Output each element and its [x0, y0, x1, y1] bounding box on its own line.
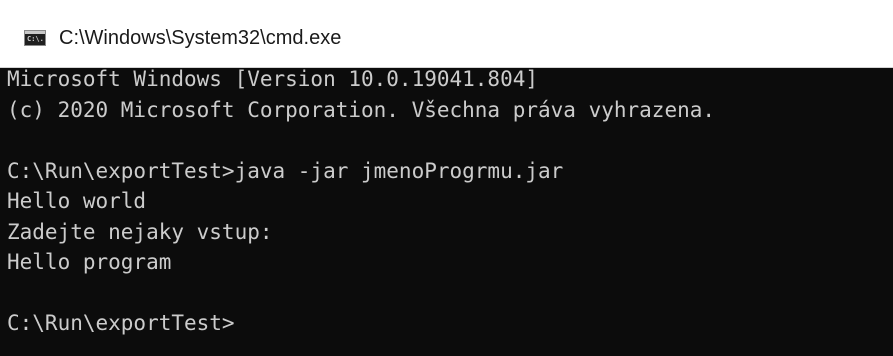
- window-title: C:\Windows\System32\cmd.exe: [59, 27, 342, 49]
- console-line: Zadejte nejaky vstup:: [7, 219, 273, 244]
- cmd-icon-bar: [25, 31, 45, 34]
- cmd-window: C:\. C:\Windows\System32\cmd.exe Microso…: [0, 0, 893, 356]
- cmd-icon-text: C:\.: [27, 35, 44, 43]
- console-line: Hello program: [7, 250, 172, 274]
- cmd-icon[interactable]: C:\.: [24, 30, 46, 46]
- console-line: Hello world: [7, 189, 147, 213]
- console-line: Microsoft Windows [Version 10.0.19041.80…: [7, 67, 539, 91]
- title-bar[interactable]: C:\. C:\Windows\System32\cmd.exe: [0, 0, 893, 68]
- console-line: C:\Run\exportTest>java -jar jmenoProgrmu…: [7, 158, 564, 183]
- console-output[interactable]: Microsoft Windows [Version 10.0.19041.80…: [7, 67, 887, 353]
- console-line: (c) 2020 Microsoft Corporation. Všechna …: [7, 97, 716, 122]
- console-prompt-line[interactable]: C:\Run\exportTest>: [7, 311, 887, 342]
